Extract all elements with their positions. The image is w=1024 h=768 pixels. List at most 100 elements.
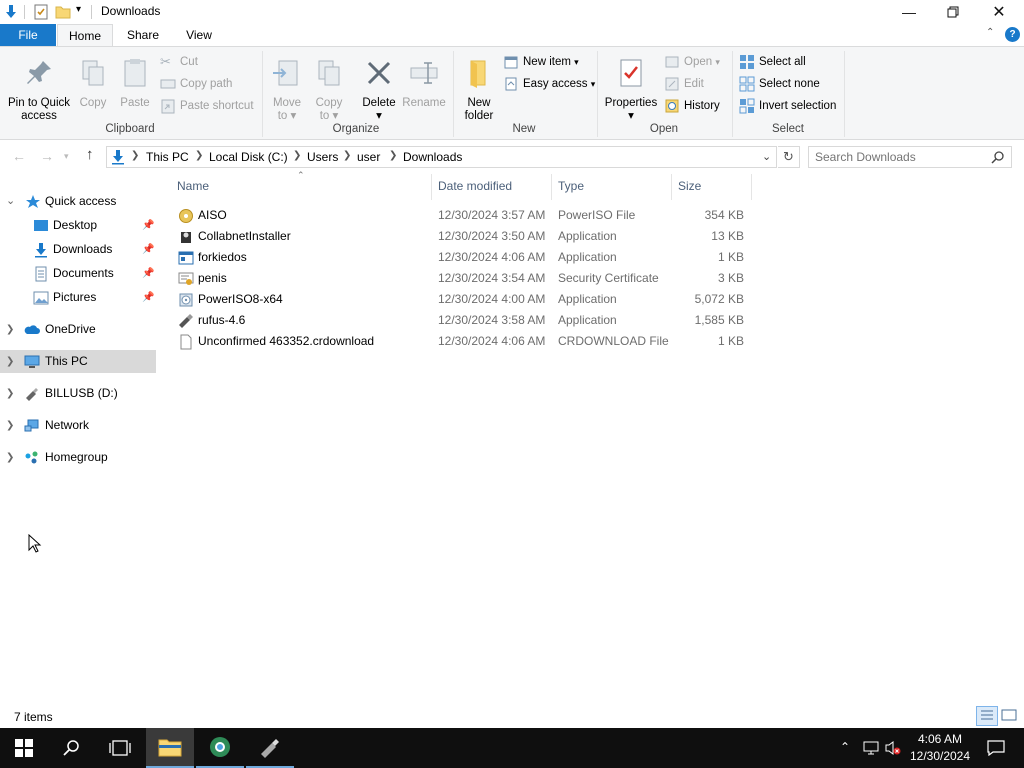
properties-check-icon[interactable] [32, 3, 50, 21]
collapsed-chevron-icon[interactable]: ❯ [6, 350, 14, 373]
qat-divider [24, 5, 25, 19]
nav-billusb[interactable]: ❯ BILLUSB (D:) [0, 382, 156, 405]
volume-muted-icon[interactable] [884, 740, 902, 756]
easy-access-button[interactable]: Easy access ▾ [503, 74, 595, 94]
column-header-name[interactable]: Name [171, 172, 431, 201]
rufus-usb-icon [179, 314, 193, 328]
action-center-button[interactable] [976, 728, 1016, 768]
address-bar[interactable]: ❯ This PC ❯ Local Disk (C:) ❯ Users ❯ us… [106, 146, 777, 168]
close-button[interactable]: ✕ [976, 0, 1022, 24]
start-button[interactable] [0, 728, 48, 768]
qat-dropdown-icon[interactable]: ▾ [76, 4, 81, 15]
search-input[interactable] [815, 149, 985, 165]
copy-to-button[interactable]: Copy to ▾ [310, 57, 348, 123]
nav-onedrive[interactable]: ❯ OneDrive [0, 318, 156, 341]
help-icon[interactable]: ? [1005, 27, 1020, 42]
file-row[interactable]: PowerISO8-x64 12/30/2024 4:00 AM Applica… [172, 289, 752, 310]
nav-desktop[interactable]: Desktop 📌 [0, 214, 156, 237]
breadcrumb-separator[interactable]: ❯ [195, 150, 203, 161]
tab-share[interactable]: Share [118, 24, 168, 46]
refresh-button[interactable]: ↻ [778, 146, 800, 168]
paste-button[interactable]: Paste [116, 57, 154, 110]
select-all-button[interactable]: Select all [739, 52, 806, 72]
tab-view[interactable]: View [176, 24, 222, 46]
column-separator[interactable] [751, 174, 752, 200]
move-to-button[interactable]: Move to ▾ [268, 57, 306, 123]
nav-this-pc[interactable]: ❯ This PC [0, 350, 156, 373]
rename-button[interactable]: Rename [402, 57, 446, 110]
tab-home[interactable]: Home [57, 24, 113, 47]
column-header-size[interactable]: Size [672, 172, 750, 201]
breadcrumb-separator[interactable]: ❯ [389, 150, 397, 161]
collapsed-chevron-icon[interactable]: ❯ [6, 414, 14, 437]
cut-button[interactable]: ✂ Cut [160, 52, 198, 72]
new-folder-button[interactable]: New folder [458, 57, 500, 123]
edit-button[interactable]: Edit [664, 74, 704, 94]
network-status-icon[interactable] [862, 740, 880, 756]
breadcrumb-user[interactable]: user [357, 150, 380, 164]
back-button[interactable]: ← [12, 148, 26, 164]
file-row[interactable]: rufus-4.6 12/30/2024 3:58 AM Application… [172, 310, 752, 331]
collapse-ribbon-icon[interactable]: ⌃ [986, 27, 994, 38]
file-row[interactable]: Unconfirmed 463352.crdownload 12/30/2024… [172, 331, 752, 352]
breadcrumb-separator[interactable]: ❯ [293, 150, 301, 161]
nav-documents[interactable]: Documents 📌 [0, 262, 156, 285]
search-taskbar-button[interactable] [48, 728, 96, 768]
properties-button[interactable]: Properties ▾ [602, 57, 660, 123]
file-row[interactable]: CollabnetInstaller 12/30/2024 3:50 AM Ap… [172, 226, 752, 247]
breadcrumb-separator[interactable]: ❯ [343, 150, 351, 161]
blank-file-icon [180, 334, 192, 350]
nav-homegroup-label: Homegroup [45, 450, 108, 464]
search-box[interactable] [808, 146, 1012, 168]
file-row[interactable]: AISO 12/30/2024 3:57 AM PowerISO File 35… [172, 205, 752, 226]
nav-documents-label: Documents [53, 266, 114, 280]
invert-selection-button[interactable]: Invert selection [739, 96, 836, 116]
taskbar-file-explorer[interactable] [146, 728, 194, 768]
breadcrumb-this-pc[interactable]: This PC [146, 150, 189, 164]
breadcrumb-local-disk[interactable]: Local Disk (C:) [209, 150, 288, 164]
new-item-button[interactable]: New item ▾ [503, 52, 579, 72]
nav-homegroup[interactable]: ❯ Homegroup [0, 446, 156, 469]
up-button[interactable]: ↑ [86, 146, 94, 163]
nav-pictures[interactable]: Pictures 📌 [0, 286, 156, 309]
clock[interactable]: 4:06 AM 12/30/2024 [906, 731, 974, 765]
collapsed-chevron-icon[interactable]: ❯ [6, 446, 14, 469]
pin-to-quick-access-button[interactable]: Pin to Quick access [4, 57, 74, 123]
expanded-chevron-icon[interactable]: ⌄ [6, 190, 15, 213]
minimize-button[interactable]: — [886, 0, 932, 24]
maximize-button[interactable] [930, 0, 976, 24]
paste-shortcut-button[interactable]: Paste shortcut [160, 96, 254, 116]
downloads-arrow-icon[interactable] [2, 3, 20, 21]
show-hidden-icons-button[interactable]: ⌃ [840, 740, 850, 754]
breadcrumb-users[interactable]: Users [307, 150, 338, 164]
details-view-button[interactable] [976, 706, 998, 726]
new-folder-icon[interactable] [54, 3, 72, 21]
search-icon[interactable] [991, 150, 1005, 164]
breadcrumb-downloads[interactable]: Downloads [403, 150, 462, 164]
tab-file[interactable]: File [0, 24, 56, 46]
delete-button[interactable]: Delete ▾ [360, 57, 398, 123]
nav-quick-access[interactable]: ⌄ Quick access [0, 190, 156, 213]
recent-locations-button[interactable]: ▾ [64, 151, 69, 162]
column-header-type[interactable]: Type [552, 172, 670, 201]
select-none-button[interactable]: Select none [739, 74, 820, 94]
taskbar-rufus[interactable] [246, 728, 294, 768]
large-icons-view-button[interactable] [1000, 707, 1020, 725]
file-row[interactable]: forkiedos 12/30/2024 4:06 AM Application… [172, 247, 752, 268]
column-header-date[interactable]: Date modified [432, 172, 550, 201]
copy-path-button[interactable]: Copy path [160, 74, 232, 94]
task-view-button[interactable] [96, 728, 144, 768]
nav-downloads[interactable]: Downloads 📌 [0, 238, 156, 261]
taskbar-browser[interactable] [196, 728, 244, 768]
pin-icon: 📌 [142, 244, 155, 255]
collapsed-chevron-icon[interactable]: ❯ [6, 382, 14, 405]
copy-button[interactable]: Copy [76, 57, 110, 110]
file-row[interactable]: penis 12/30/2024 3:54 AM Security Certif… [172, 268, 752, 289]
new-group-label: New [512, 123, 536, 135]
nav-network[interactable]: ❯ Network [0, 414, 156, 437]
address-dropdown-icon[interactable]: ⌄ [762, 150, 771, 163]
collapsed-chevron-icon[interactable]: ❯ [6, 318, 14, 341]
history-button[interactable]: History [664, 96, 720, 116]
open-button[interactable]: Open ▾ [664, 52, 720, 72]
forward-button[interactable]: → [40, 148, 54, 164]
